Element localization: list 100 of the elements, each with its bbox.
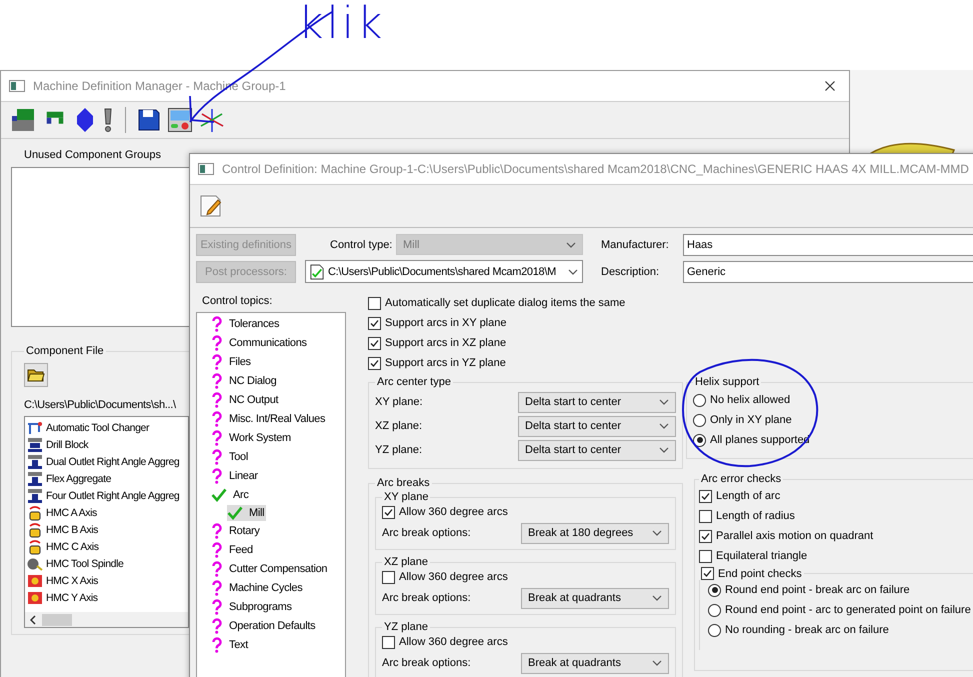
radio-button[interactable] — [708, 604, 721, 616]
radio-button[interactable] — [693, 434, 706, 446]
exclamation-icon[interactable] — [103, 108, 113, 132]
checkbox[interactable] — [382, 506, 395, 518]
window-icon — [198, 163, 214, 175]
field-label: XZ plane: — [375, 420, 422, 432]
tree-item[interactable]: NC Output — [211, 392, 280, 408]
list-item[interactable]: Automatic Tool Changer — [25, 419, 188, 436]
radio-button[interactable] — [693, 414, 706, 426]
group-title: Helix support — [694, 376, 760, 388]
question-mark-icon — [211, 618, 223, 634]
question-mark-icon — [211, 599, 223, 615]
list-item[interactable]: HMC C Axis — [25, 538, 188, 555]
open-folder-button[interactable] — [24, 363, 48, 387]
checkbox-label: Length of arc — [716, 490, 780, 502]
list-item[interactable]: HMC Y Axis — [25, 589, 188, 606]
dropdown[interactable]: Delta start to center — [518, 440, 676, 460]
drill-block-icon — [27, 436, 43, 452]
list-item[interactable]: HMC Tool Spindle — [25, 555, 188, 572]
checkbox-label: Support arcs in YZ plane — [385, 357, 506, 369]
radio-label: No rounding - break arc on failure — [725, 624, 889, 636]
aggregate-icon — [27, 470, 43, 486]
group-title: Arc error checks — [700, 473, 782, 485]
tree-item[interactable]: Cutter Compensation — [211, 561, 330, 577]
tree-item[interactable]: Operation Defaults — [211, 618, 318, 634]
axes-icon[interactable] — [200, 108, 224, 132]
radio-button[interactable] — [693, 394, 706, 406]
question-mark-icon — [211, 637, 223, 653]
component-step-icon[interactable] — [11, 108, 35, 132]
list-item[interactable]: HMC A Axis — [25, 504, 188, 521]
description-field[interactable]: Generic — [683, 260, 973, 282]
tree-item[interactable]: Work System — [211, 430, 293, 446]
save-icon[interactable] — [138, 109, 160, 131]
horizontal-scrollbar[interactable] — [25, 612, 188, 627]
group-title: XY plane — [383, 491, 430, 503]
tree-item[interactable]: Tolerances — [211, 316, 282, 332]
group-title: Arc center type — [376, 376, 452, 388]
question-mark-icon — [211, 561, 223, 577]
tree-item[interactable]: Files — [211, 354, 253, 370]
checkbox[interactable] — [699, 510, 712, 522]
tree-item[interactable]: Communications — [211, 335, 309, 351]
chevron-icon — [659, 423, 669, 429]
chevron-icon — [659, 447, 669, 453]
check-mark-icon — [227, 506, 243, 520]
dropdown[interactable]: Delta start to center — [518, 416, 676, 436]
close-icon[interactable] — [825, 81, 835, 91]
list-item[interactable]: Flex Aggregate — [25, 470, 188, 487]
diamond-icon[interactable] — [75, 108, 95, 132]
checkbox[interactable] — [699, 490, 712, 502]
tree-item[interactable]: Tool — [211, 449, 250, 465]
question-mark-icon — [211, 468, 223, 484]
checkbox-label: Support arcs in XY plane — [385, 317, 506, 329]
control-panel-icon[interactable] — [168, 108, 192, 132]
dropdown[interactable]: Delta start to center — [518, 392, 676, 412]
list-item[interactable]: Drill Block — [25, 436, 188, 453]
tree-item[interactable]: Machine Cycles — [211, 580, 304, 596]
tree-item[interactable]: Arc — [211, 487, 251, 503]
checkbox[interactable] — [382, 570, 395, 584]
checkbox[interactable] — [368, 296, 381, 310]
checkbox[interactable] — [701, 567, 714, 580]
edit-document-icon[interactable] — [200, 195, 222, 217]
radio-button[interactable] — [708, 584, 721, 596]
scrollbar-thumb[interactable] — [42, 614, 72, 626]
manufacturer-field[interactable]: Haas — [683, 234, 973, 256]
radio-button[interactable] — [708, 624, 721, 636]
window-title: Control Definition: Machine Group-1-C:\Users\Public\Documents\shared Mcam2018\CNC_Machines\GENERIC HAAS 4X MILL.MCAM-MMD — [222, 162, 969, 176]
question-mark-icon — [211, 542, 223, 558]
checkbox[interactable] — [699, 550, 712, 562]
checkbox[interactable] — [382, 636, 395, 648]
tree-item[interactable]: Linear — [211, 468, 260, 484]
list-item[interactable]: Four Outlet Right Angle Aggreg — [25, 487, 188, 504]
tree-item[interactable]: Feed — [211, 542, 255, 558]
tree-item[interactable]: Rotary — [211, 523, 262, 539]
tree-item[interactable]: Subprograms — [211, 599, 294, 615]
dropdown[interactable]: Break at 180 degrees — [521, 522, 669, 544]
question-mark-icon — [211, 449, 223, 465]
field-label: Manufacturer: — [601, 238, 670, 250]
question-mark-icon — [211, 373, 223, 389]
chevron-icon — [659, 399, 669, 405]
post-processor-dropdown[interactable]: C:\Users\Public\Documents\shared Mcam2018\M — [305, 260, 583, 283]
radio-label: Round end point - arc to generated point on failure — [725, 604, 971, 616]
checkbox[interactable] — [368, 316, 381, 330]
list-item[interactable]: HMC B Axis — [25, 521, 188, 538]
list-item[interactable]: Dual Outlet Right Angle Aggreg — [25, 453, 188, 470]
checkbox-label: Allow 360 degree arcs — [399, 571, 508, 583]
tree-item[interactable]: Text — [211, 637, 250, 653]
checkbox[interactable] — [368, 356, 381, 370]
question-mark-icon — [211, 411, 223, 427]
tree-item[interactable]: NC Dialog — [211, 373, 278, 389]
tree-item[interactable]: Mill — [227, 505, 266, 521]
tree-item[interactable]: Misc. Int/Real Values — [211, 411, 328, 427]
field-label: Description: — [601, 266, 660, 278]
checkbox[interactable] — [368, 336, 381, 350]
dropdown[interactable]: Break at quadrants — [521, 588, 669, 608]
group-title: YZ plane — [383, 621, 430, 633]
list-item[interactable]: HMC X Axis — [25, 572, 188, 589]
rotary-axis-icon — [27, 522, 43, 538]
section-label: Unused Component Groups — [24, 149, 162, 161]
checkbox[interactable] — [699, 530, 712, 542]
dropdown[interactable]: Break at quadrants — [521, 652, 669, 674]
